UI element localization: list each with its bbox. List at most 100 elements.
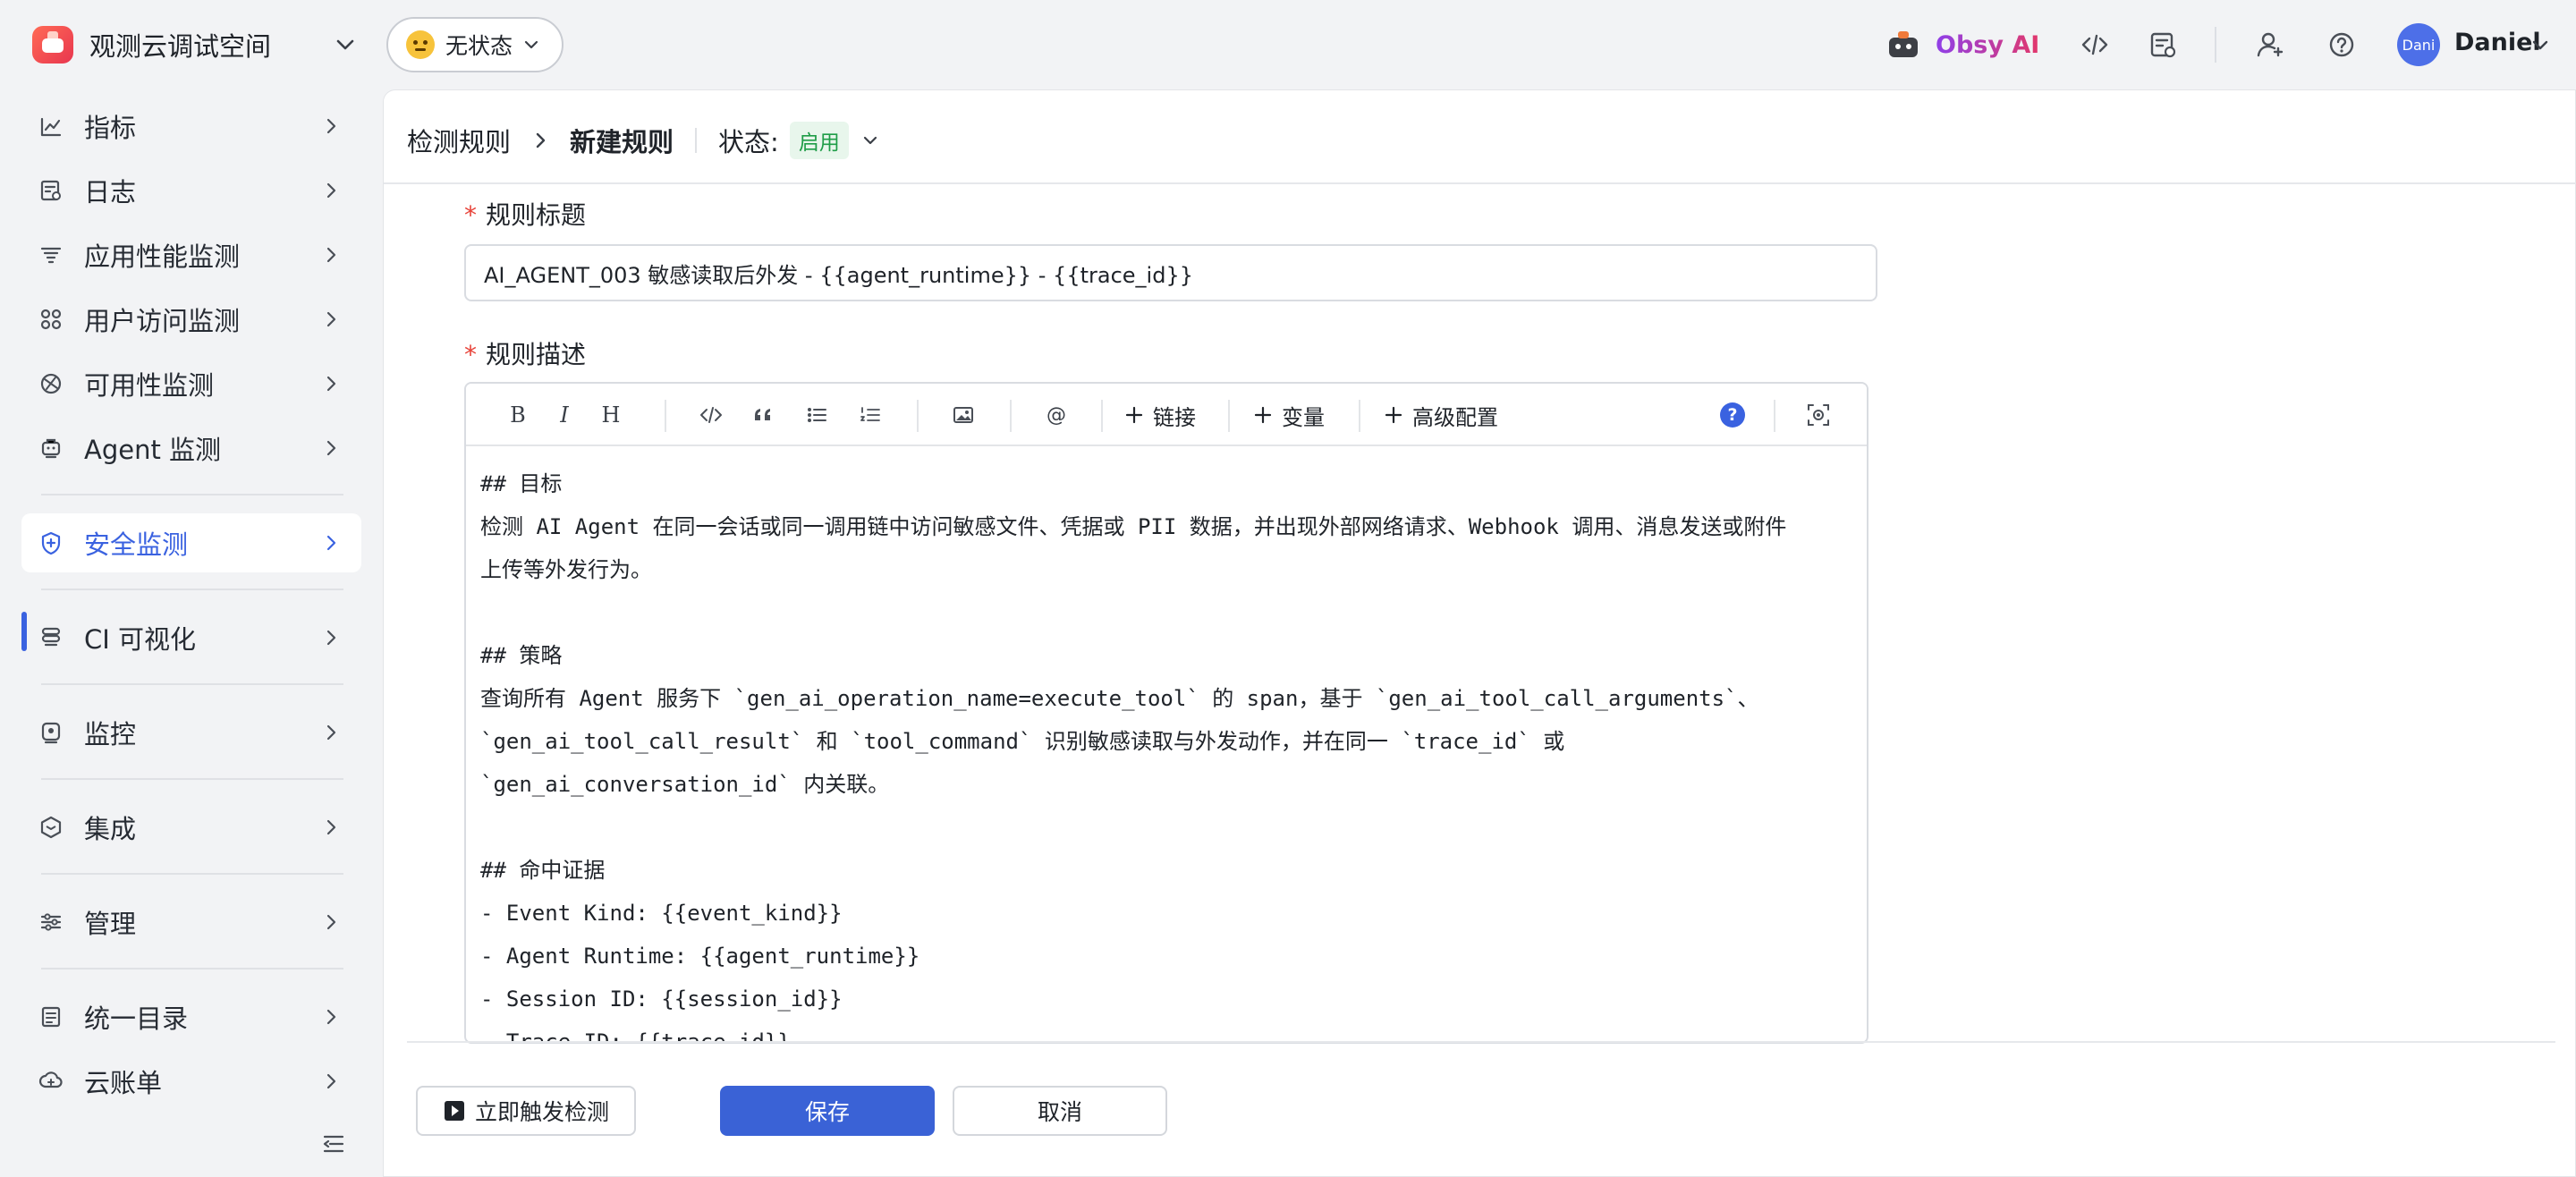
cancel-button[interactable]: 取消 [953, 1086, 1167, 1136]
description-field-label: * 规则描述 [464, 340, 587, 369]
status-selector[interactable]: 无状态 [386, 17, 564, 72]
sidebar-item-label: 集成 [84, 814, 137, 844]
collapse-sidebar-icon[interactable] [320, 1130, 347, 1157]
sidebar-item-label: 统一目录 [84, 1003, 189, 1034]
trigger-detection-label: 立即触发检测 [474, 1099, 609, 1125]
footer-divider [407, 1041, 2555, 1043]
chevron-right-icon [536, 132, 546, 148]
rule-title-input[interactable] [464, 244, 1877, 301]
header-divider [695, 128, 698, 153]
breadcrumb-parent[interactable]: 检测规则 [407, 122, 511, 159]
bullet-list-icon[interactable] [801, 399, 833, 431]
sidebar-divider [41, 588, 343, 590]
add-user-icon[interactable] [2252, 27, 2288, 63]
advanced-config-button[interactable]: 高级配置 [1384, 399, 1498, 431]
trigger-detection-button[interactable]: 立即触发检测 [416, 1086, 636, 1136]
sidebar-item-manage[interactable]: 管理 [21, 893, 361, 952]
description-content[interactable]: ## 目标 检测 AI Agent 在同一会话或同一调用链中访问敏感文件、凭据或… [480, 462, 1858, 1042]
chevron-right-icon [326, 1073, 336, 1089]
apm-icon [38, 241, 64, 268]
bold-button[interactable]: B [502, 399, 534, 431]
chevron-right-icon [326, 819, 336, 835]
monitor-icon [38, 719, 64, 746]
sidebar-item-apm[interactable]: 应用性能监测 [21, 225, 361, 284]
sidebar-item-integration[interactable]: 集成 [21, 798, 361, 857]
cloud-bill-icon [38, 1068, 64, 1095]
help-icon[interactable]: ? [1716, 399, 1749, 431]
chevron-down-icon [524, 40, 538, 49]
toolbar-divider [917, 400, 919, 432]
sidebar-item-availability[interactable]: 可用性监测 [21, 354, 361, 413]
obsy-ai-button[interactable]: Obsy AI [1885, 25, 2039, 64]
quote-icon[interactable] [747, 399, 779, 431]
insert-link-label: 链接 [1153, 404, 1196, 430]
save-button[interactable]: 保存 [720, 1086, 935, 1136]
toolbar-divider [2215, 27, 2216, 63]
sidebar-item-logs[interactable]: 日志 [21, 161, 361, 220]
toolbar-divider [1774, 400, 1775, 432]
chevron-down-icon[interactable] [331, 30, 360, 59]
sidebar-item-label: 应用性能监测 [84, 241, 241, 272]
chevron-right-icon [326, 535, 336, 551]
preview-icon[interactable] [1802, 399, 1835, 431]
italic-button[interactable]: I [548, 399, 580, 431]
status-label: 无状态 [445, 33, 513, 59]
sidebar-item-label: 云账单 [84, 1068, 163, 1098]
status-badge[interactable]: 启用 [789, 122, 849, 159]
toolbar-divider [1010, 400, 1012, 432]
chevron-right-icon [326, 247, 336, 263]
agent-icon [38, 435, 64, 461]
sidebar-item-rum[interactable]: 用户访问监测 [21, 290, 361, 349]
help-icon[interactable] [2324, 27, 2360, 63]
play-icon [444, 1101, 464, 1121]
code-icon[interactable] [2077, 27, 2113, 63]
log-icon [38, 177, 64, 204]
sidebar-item-agent[interactable]: Agent 监测 [21, 419, 361, 478]
chevron-right-icon [326, 724, 336, 741]
sidebar-item-label: 指标 [84, 113, 137, 143]
toolbar-divider [1359, 400, 1360, 432]
breadcrumb: 检测规则 新建规则 状态: 启用 [407, 122, 881, 159]
sidebar-item-cloud-bill[interactable]: 云账单 [21, 1052, 361, 1111]
mention-button[interactable]: @ [1040, 399, 1072, 431]
chevron-right-icon [326, 440, 336, 456]
sidebar-item-security[interactable]: 安全监测 [21, 513, 361, 572]
chevron-right-icon [326, 376, 336, 392]
integration-icon [38, 814, 64, 841]
plus-icon [1385, 406, 1402, 424]
chevron-right-icon [326, 311, 336, 327]
sidebar-item-monitor[interactable]: 监控 [21, 703, 361, 762]
top-bar: 观测云调试空间 无状态 Obsy AI Dani Daniel [0, 0, 2576, 89]
neutral-face-icon [406, 30, 435, 59]
chevron-down-icon[interactable] [860, 130, 881, 151]
page-title: 新建规则 [570, 127, 674, 157]
sidebar-item-ci[interactable]: CI 可视化 [21, 608, 361, 667]
description-editor[interactable]: B I H @ 链接 变量 高级配置 ? ## 目标 检测 AI Agent 在… [464, 382, 1868, 1044]
document-settings-icon[interactable] [2145, 27, 2181, 63]
sidebar-item-label: 用户访问监测 [84, 306, 241, 336]
sidebar-item-label: 安全监测 [84, 529, 189, 560]
sidebar-divider [41, 778, 343, 780]
heading-button[interactable]: H [595, 399, 627, 431]
robot-icon [1889, 31, 1918, 57]
sidebar-item-catalog[interactable]: 统一目录 [21, 987, 361, 1046]
avatar[interactable]: Dani [2397, 23, 2440, 66]
rum-icon [38, 306, 64, 333]
image-icon[interactable] [947, 399, 979, 431]
workspace-switcher[interactable]: 观测云调试空间 [32, 25, 271, 64]
chevron-right-icon [326, 118, 336, 134]
chevron-down-icon[interactable] [2528, 32, 2553, 57]
sidebar-divider [41, 968, 343, 970]
insert-link-button[interactable]: 链接 [1124, 399, 1196, 431]
workspace-logo-icon [32, 26, 73, 64]
sidebar-item-label: Agent 监测 [84, 435, 222, 465]
state-label: 状态: [718, 127, 779, 157]
insert-variable-button[interactable]: 变量 [1253, 399, 1325, 431]
toolbar-divider [1101, 400, 1103, 432]
sidebar-item-metrics[interactable]: 指标 [21, 97, 361, 156]
availability-icon [38, 370, 64, 397]
chevron-right-icon [326, 914, 336, 930]
ordered-list-icon[interactable] [854, 399, 886, 431]
security-shield-icon [38, 529, 64, 556]
code-icon[interactable] [695, 399, 727, 431]
